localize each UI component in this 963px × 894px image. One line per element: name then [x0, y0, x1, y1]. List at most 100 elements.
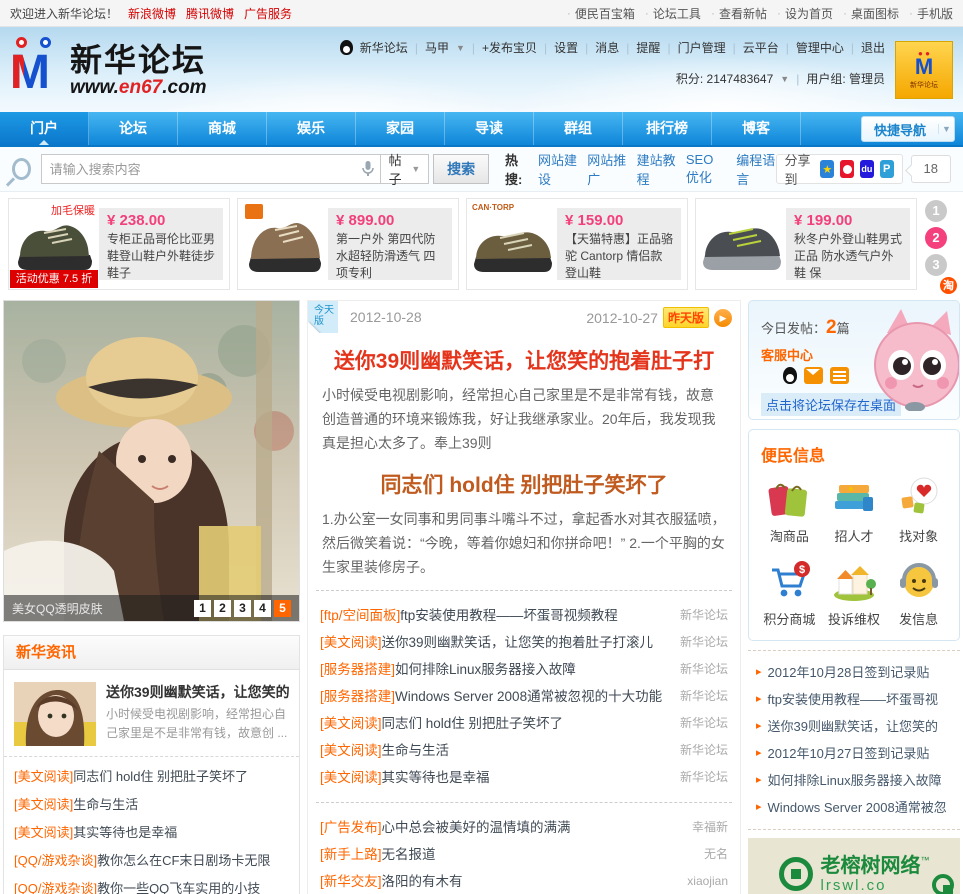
search-input[interactable]	[41, 154, 381, 184]
service-dating[interactable]: 找对象	[886, 474, 951, 545]
user-link-portal-admin[interactable]: 门户管理	[678, 39, 726, 56]
photo-pager-3[interactable]: 3	[234, 600, 251, 617]
link-ad-service[interactable]: 广告服务	[244, 5, 292, 22]
photo-pager-5[interactable]: 5	[274, 600, 291, 617]
pager-dot-2[interactable]: 2	[925, 227, 947, 249]
digest-item[interactable]: [美文阅读]其实等待也是幸福新华论坛	[320, 764, 728, 791]
nav-item-home[interactable]: 家园	[356, 112, 445, 145]
news-featured-item[interactable]: 送你39则幽默笑话，让您笑的 小时候受电视剧影响，经常担心自 己家里是不是非常有…	[4, 670, 299, 757]
link-mobile-version[interactable]: 手机版	[917, 5, 953, 22]
user-avatar[interactable]: ● ● M 新华论坛	[895, 41, 953, 99]
nav-item-blog[interactable]: 博客	[712, 112, 801, 145]
nav-item-forum[interactable]: 论坛	[89, 112, 178, 145]
link-set-homepage[interactable]: 设为首页	[785, 5, 833, 22]
photo-pager-2[interactable]: 2	[214, 600, 231, 617]
nav-item-ranking[interactable]: 排行榜	[623, 112, 712, 145]
recent-thread-item[interactable]: ▸ftp安装使用教程——坏蛋哥视	[756, 686, 956, 713]
next-day-button[interactable]: ▶	[714, 309, 732, 327]
recent-thread-item[interactable]: ▸如何排除Linux服务器接入故障	[756, 767, 956, 794]
digest-item[interactable]: [新华交友]洛阳的有木有xiaojian	[320, 868, 728, 894]
qzone-icon[interactable]: ★	[820, 160, 834, 178]
service-jobs[interactable]: 招人才	[822, 474, 887, 545]
hot-link-2[interactable]: 网站推广	[587, 150, 626, 188]
pengyou-icon[interactable]: P	[880, 160, 894, 178]
link-forum-tools[interactable]: 论坛工具	[653, 5, 701, 22]
lrswl-logo-icon	[932, 874, 954, 894]
featured-photo[interactable]: 美女QQ透明皮肤 1 2 3 4 5	[3, 300, 300, 622]
photo-pager-4[interactable]: 4	[254, 600, 271, 617]
dot-separator: ·	[843, 6, 847, 20]
nav-item-portal[interactable]: 门户	[0, 112, 89, 145]
microphone-icon[interactable]	[362, 161, 374, 177]
photo-pager-1[interactable]: 1	[194, 600, 211, 617]
baidu-icon[interactable]: du	[860, 160, 874, 178]
hot-link-5[interactable]: 编程语言	[736, 150, 775, 188]
weibo-icon[interactable]	[840, 160, 854, 178]
digest-headline-1[interactable]: 送你39则幽默笑话，让您笑的抱着肚子打	[316, 345, 732, 375]
search-button[interactable]: 搜索	[433, 154, 489, 184]
news-item[interactable]: [美文阅读]其实等待也是幸福	[14, 819, 289, 847]
service-complaints[interactable]: 投诉维权	[822, 557, 887, 628]
digest-item[interactable]: [美文阅读]同志们 hold住 别把肚子笑坏了新华论坛	[320, 710, 728, 737]
news-item[interactable]: [QQ/游戏杂谈]教你一些QQ飞车实用的小技	[14, 875, 289, 894]
nav-item-mall[interactable]: 商城	[178, 112, 267, 145]
user-link-logout[interactable]: 退出	[861, 39, 885, 56]
share-box: 分享到 ★ du P	[776, 154, 903, 184]
digest-item[interactable]: [广告发布]心中总会被美好的温情填的满满幸福新	[320, 814, 728, 841]
digest-item[interactable]: [服务器搭建]如何排除Linux服务器接入故障新华论坛	[320, 656, 728, 683]
document-icon[interactable]	[830, 367, 849, 384]
user-link-messages[interactable]: 消息	[595, 39, 619, 56]
nav-item-groups[interactable]: 群组	[534, 112, 623, 145]
link-sina-weibo[interactable]: 新浪微博	[128, 5, 176, 22]
recent-thread-item[interactable]: ▸2012年10月27日签到记录贴	[756, 740, 956, 767]
user-link-forum[interactable]: 新华论坛	[360, 39, 408, 56]
recent-thread-item[interactable]: ▸2012年10月28日签到记录贴	[756, 659, 956, 686]
qq-contact-icon[interactable]	[783, 367, 797, 384]
taobao-icon[interactable]: 淘	[938, 275, 959, 296]
hot-link-3[interactable]: 建站教程	[637, 150, 676, 188]
user-link-cloud[interactable]: 云平台	[743, 39, 779, 56]
link-tencent-weibo[interactable]: 腾讯微博	[186, 5, 234, 22]
user-link-majia[interactable]: 马甲	[425, 39, 449, 56]
link-toolbox[interactable]: 便民百宝箱	[575, 5, 635, 22]
recent-thread-item[interactable]: ▸送你39则幽默笑话，让您笑的	[756, 713, 956, 740]
service-center-link[interactable]: 客服中心	[761, 345, 813, 364]
site-logo[interactable]: M M 新华论坛 www.en67.com	[10, 37, 207, 99]
news-item[interactable]: [QQ/游戏杂谈]教你怎么在CF末日剧场卡无限	[14, 847, 289, 875]
pager-dot-1[interactable]: 1	[925, 200, 947, 222]
user-link-publish[interactable]: +发布宝贝	[482, 39, 537, 56]
digest-item[interactable]: [美文阅读]生命与生活新华论坛	[320, 737, 728, 764]
service-points-mall[interactable]: $ 积分商城	[757, 557, 822, 628]
digest-item[interactable]: [服务器搭建]Windows Server 2008通常被忽视的十大功能新华论坛	[320, 683, 728, 710]
digest-item[interactable]: [ftp/空间面板]ftp安装使用教程——坏蛋哥视频教程新华论坛	[320, 602, 728, 629]
news-item[interactable]: [美文阅读]生命与生活	[14, 791, 289, 819]
digest-item[interactable]: [美文阅读]送你39则幽默笑话，让您笑的抱着肚子打滚儿新华论坛	[320, 629, 728, 656]
product-card[interactable]: ¥ 899.00 第一户外 第四代防水超轻防滑透气 四项专利	[237, 198, 459, 290]
pager-dot-3[interactable]: 3	[925, 254, 947, 276]
service-taoshop[interactable]: 淘商品	[757, 474, 822, 545]
service-post-message[interactable]: 发信息	[886, 557, 951, 628]
recent-thread-item[interactable]: ▸Windows Server 2008通常被忽	[756, 794, 956, 821]
digest-item[interactable]: [新手上路]无名报道无名	[320, 841, 728, 868]
yesterday-badge[interactable]: 昨天版	[663, 307, 709, 328]
ad-banner-lrswl[interactable]: 老榕树网络™ lrswl.co	[748, 838, 960, 894]
nav-item-fun[interactable]: 娱乐	[267, 112, 356, 145]
user-link-settings[interactable]: 设置	[554, 39, 578, 56]
nav-item-guide[interactable]: 导读	[445, 112, 534, 145]
news-item[interactable]: [美文阅读]同志们 hold住 别把肚子笑坏了	[14, 763, 289, 791]
search-type-select[interactable]: 帖子 ▼	[381, 154, 430, 184]
user-credits[interactable]: 积分: 2147483647	[676, 70, 773, 87]
user-link-reminders[interactable]: 提醒	[636, 39, 660, 56]
user-link-admin-center[interactable]: 管理中心	[796, 39, 844, 56]
product-card[interactable]: CAN·TORP ¥ 159.00 【天猫特惠】正品骆驼 Cantorp 情侣款…	[466, 198, 688, 290]
product-card[interactable]: ¥ 199.00 秋冬户外登山鞋男式正品 防水透气户外鞋 保	[695, 198, 917, 290]
hot-link-4[interactable]: SEO优化	[686, 152, 726, 186]
arrow-bullet-icon: ▸	[756, 794, 762, 821]
link-new-posts[interactable]: 查看新帖	[719, 5, 767, 22]
product-card[interactable]: 加毛保暖 活动优惠 7.5 折 ¥ 238.00 专柜正品哥伦比亚男鞋登山鞋户外…	[8, 198, 230, 290]
mail-icon[interactable]	[804, 367, 823, 384]
hot-link-1[interactable]: 网站建设	[538, 150, 577, 188]
digest-headline-2[interactable]: 同志们 hold住 别把肚子笑坏了	[316, 469, 732, 499]
quick-nav-button[interactable]: 快捷导航 ▼	[861, 116, 955, 142]
link-desktop-icon[interactable]: 桌面图标	[851, 5, 899, 22]
